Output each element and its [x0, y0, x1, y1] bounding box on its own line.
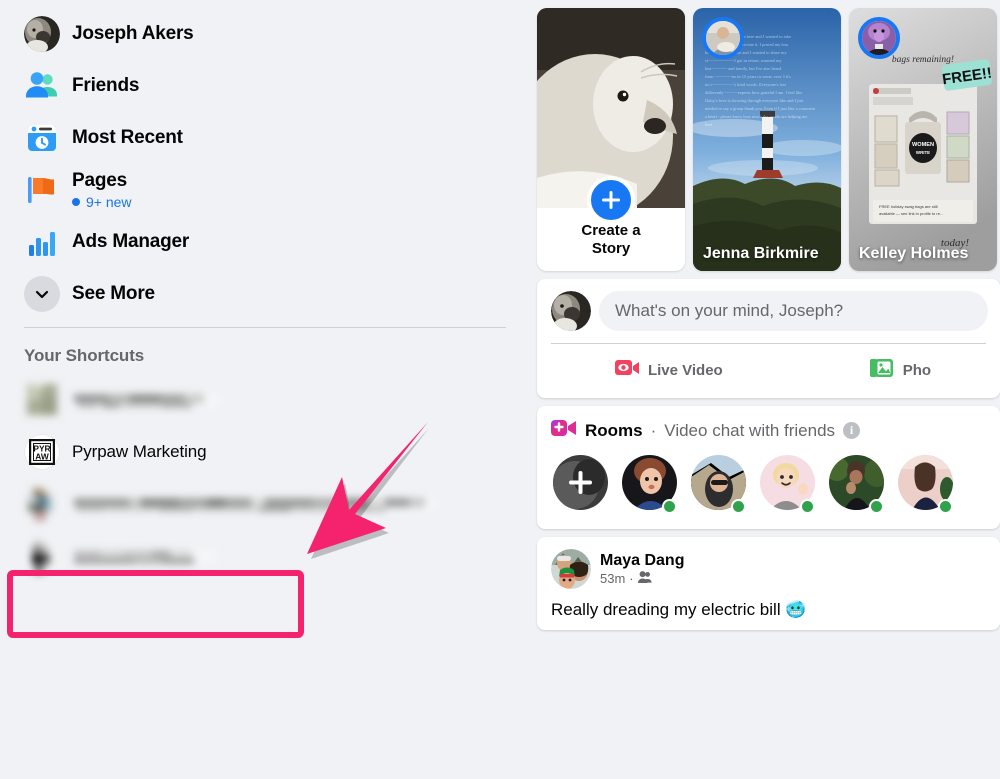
story-card-kelley-holmes[interactable]: bags remaining! WOMEN WRITE FREE!! FREE … — [849, 8, 997, 271]
svg-text:WOMEN: WOMEN — [912, 142, 934, 148]
sidebar-item-pages[interactable]: Pages 9+ new — [16, 164, 514, 216]
photo-video-button[interactable]: Pho — [796, 350, 996, 390]
list-item[interactable] — [16, 478, 514, 530]
news-feed-column: Create a Story I love y------------ve on… — [530, 0, 1000, 779]
rooms-header: Rooms · Video chat with friends i — [537, 406, 1000, 447]
online-status-dot — [800, 499, 815, 514]
svg-text:a heart - please know how much: a heart - please know how much the words… — [705, 114, 807, 119]
pages-flag-icon — [24, 172, 60, 208]
ads-manager-bars-icon — [24, 224, 60, 260]
create-story-card[interactable]: Create a Story — [537, 8, 685, 271]
post-text: Really dreading my electric bill 🥶 — [551, 600, 807, 619]
rooms-card: Rooms · Video chat with friends i — [537, 406, 1000, 529]
sidebar-item-ads-manager[interactable]: Ads Manager — [16, 216, 514, 268]
story-author-name: Kelley Holmes — [859, 245, 969, 263]
profile-avatar-icon — [24, 16, 60, 52]
svg-text:heal.: heal. — [705, 122, 713, 127]
live-video-button[interactable]: Live Video — [541, 350, 796, 390]
list-item[interactable] — [16, 530, 514, 582]
svg-text:bags remaining!: bags remaining! — [892, 55, 954, 65]
room-friend-avatar[interactable] — [898, 455, 953, 515]
shortcut-label-redacted — [72, 392, 220, 408]
create-story-label: Create a Story — [537, 222, 685, 260]
story-card-jenna-birkmire[interactable]: I love y------------ve on here and I wan… — [693, 8, 841, 271]
composer-action-row: Live Video Pho — [537, 344, 1000, 398]
sidebar-item-label: Pages — [72, 170, 127, 191]
room-friend-avatar[interactable] — [760, 455, 815, 515]
shortcut-label-redacted — [72, 548, 217, 564]
friends-audience-icon[interactable] — [637, 570, 652, 587]
post-meta: 53m · — [600, 570, 684, 587]
plus-icon[interactable] — [587, 176, 635, 224]
sidebar-item-see-more[interactable]: See More — [16, 268, 514, 320]
svg-text:WRITE: WRITE — [916, 150, 930, 155]
online-status-dot — [731, 499, 746, 514]
shortcut-thumbnail-redacted — [24, 486, 60, 522]
most-recent-clock-icon — [24, 120, 60, 156]
create-room-button[interactable] — [553, 455, 608, 515]
sidebar-item-most-recent[interactable]: Most Recent — [16, 112, 514, 164]
rooms-separator: · — [650, 420, 657, 440]
story-author-avatar — [702, 17, 744, 59]
shortcut-label-redacted — [72, 496, 437, 512]
photo-video-label: Pho — [902, 361, 932, 379]
info-icon[interactable]: i — [843, 422, 861, 439]
shortcut-label: Pyrpaw Marketing — [72, 442, 207, 461]
svg-text:AW: AW — [35, 452, 49, 462]
svg-text:no t---------------'s kind wor: no t---------------'s kind words. Everyo… — [705, 82, 787, 87]
friends-icon — [24, 68, 60, 104]
story-author-avatar — [858, 17, 900, 59]
post-author-name[interactable]: Maya Dang — [600, 552, 684, 570]
badge-dot-icon — [72, 198, 80, 206]
post-header: Maya Dang 53m · — [537, 537, 1000, 589]
live-video-icon — [614, 355, 640, 385]
online-status-dot — [938, 499, 953, 514]
rooms-subtitle: Video chat with friends — [664, 420, 836, 440]
pyrpaw-logo-icon: PYR AW — [24, 434, 60, 470]
sidebar-item-friends[interactable]: Friends — [16, 60, 514, 112]
sidebar-item-label: Joseph Akers — [72, 23, 194, 44]
sidebar-item-label: Most Recent — [72, 127, 183, 148]
online-status-dot — [869, 499, 884, 514]
story-author-name: Jenna Birkmire — [703, 245, 819, 263]
shortcut-thumbnail-redacted — [24, 382, 60, 418]
composer-top-row: What's on your mind, Joseph? — [537, 279, 1000, 343]
svg-text:available — see link in profil: available — see link in profile to re... — [879, 211, 943, 216]
sidebar-item-label: Friends — [72, 75, 140, 96]
feed-post-maya-dang: Maya Dang 53m · Really dreading my elect… — [537, 537, 1000, 630]
avatar[interactable] — [551, 291, 591, 331]
stories-tray: Create a Story I love y------------ve on… — [537, 8, 1000, 271]
room-friend-avatar[interactable] — [622, 455, 677, 515]
svg-text:differently ---------express h: differently ---------express how gratefu… — [705, 90, 802, 95]
shortcuts-header: Your Shortcuts — [24, 346, 145, 365]
sidebar-item-label: See More — [72, 283, 155, 304]
room-friend-avatar[interactable] — [691, 455, 746, 515]
list-item[interactable] — [16, 374, 514, 426]
composer-input[interactable]: What's on your mind, Joseph? — [599, 291, 988, 331]
create-story-label-line1: Create a — [581, 221, 641, 239]
shortcut-thumbnail-redacted — [24, 538, 60, 574]
rooms-avatar-row — [537, 447, 1000, 529]
svg-text:FREE holiday swag bags are sti: FREE holiday swag bags are still — [879, 204, 938, 209]
photo-icon — [869, 355, 895, 385]
sidebar-item-label: Ads Manager — [72, 231, 190, 252]
chevron-down-icon — [24, 276, 60, 312]
svg-text:needed to say a group thank yo: needed to say a group thank you. Even if… — [705, 106, 816, 111]
badge-label: 9+ new — [86, 194, 132, 210]
post-timestamp[interactable]: 53m — [600, 571, 625, 586]
avatar[interactable] — [551, 549, 591, 589]
online-status-dot — [662, 499, 677, 514]
create-story-label-line2: Story — [591, 240, 631, 258]
svg-text:Daisy's love is showing throug: Daisy's love is showing through everyone… — [705, 98, 804, 103]
left-sidebar: Joseph Akers Friends Most Recent Pages 9… — [0, 0, 530, 779]
pages-new-badge: 9+ new — [72, 194, 132, 210]
post-composer-card: What's on your mind, Joseph? Live Video — [537, 279, 1000, 398]
post-meta-separator: · — [629, 571, 634, 586]
sidebar-item-profile[interactable]: Joseph Akers — [16, 8, 514, 60]
room-friend-avatar[interactable] — [829, 455, 884, 515]
live-video-label: Live Video — [647, 361, 723, 379]
sidebar-shortcut-pyrpaw-marketing[interactable]: PYR AW Pyrpaw Marketing — [16, 426, 514, 478]
rooms-title: Rooms — [585, 420, 643, 440]
rooms-icon — [551, 418, 577, 443]
